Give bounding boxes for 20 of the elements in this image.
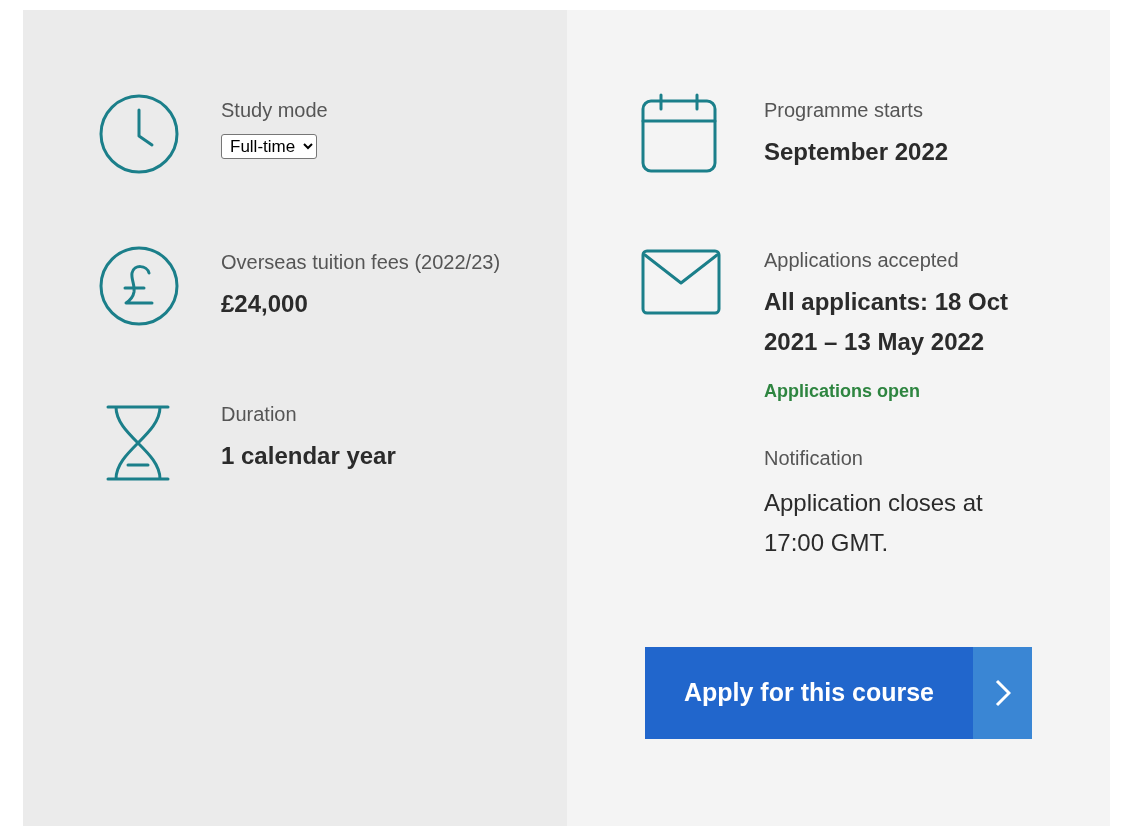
info-label: Programme starts bbox=[764, 98, 924, 123]
note-label: Notification bbox=[764, 446, 864, 471]
chevron-right-icon bbox=[994, 679, 1011, 707]
hourglass-icon bbox=[106, 405, 170, 481]
calendar-icon bbox=[641, 93, 717, 173]
envelope-icon bbox=[641, 249, 721, 315]
info-label: Applications accepted bbox=[764, 248, 960, 273]
study-mode-select[interactable]: Full-time bbox=[221, 134, 317, 159]
note-text: Application closes at 17:00 GMT. bbox=[764, 488, 984, 558]
apply-button[interactable]: Apply for this course bbox=[645, 647, 1032, 739]
info-label: Study mode bbox=[221, 98, 329, 123]
info-value: £24,000 bbox=[221, 289, 309, 319]
info-value: September 2022 bbox=[764, 137, 950, 167]
pound-icon bbox=[98, 245, 180, 327]
info-label: Overseas tuition fees (2022/23) bbox=[221, 250, 502, 275]
info-value: 1 calendar year bbox=[221, 441, 397, 471]
clock-icon bbox=[98, 93, 180, 175]
info-label: Duration bbox=[221, 402, 298, 427]
status-text: Applications open bbox=[764, 380, 921, 403]
info-value: All applicants: 18 Oct 2021 – 13 May 2022 bbox=[764, 287, 1010, 357]
